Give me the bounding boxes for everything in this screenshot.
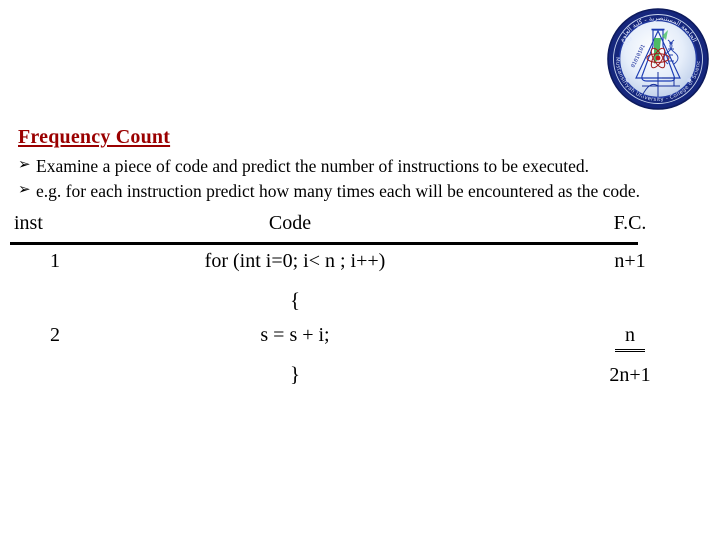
column-header-inst: inst (14, 212, 43, 235)
header-rule (10, 242, 638, 246)
table-row: 1 for (int i=0; i< n ; i++) n+1 (0, 250, 720, 288)
column-header-code: Code (268, 212, 312, 235)
university-seal-icon: الجامعة المستنصرية - كلية العلوم Mustans… (604, 6, 709, 110)
slide-content: Frequency Count ➢ Examine a piece of cod… (0, 126, 720, 398)
university-logo: الجامعة المستنصرية - كلية العلوم Mustans… (604, 6, 712, 112)
cell-fc-total: 2n+1 (609, 364, 651, 387)
cell-code: { (289, 288, 301, 313)
table-row: } 2n+1 (0, 362, 720, 398)
list-item: ➢ e.g. for each instruction predict how … (18, 180, 698, 203)
list-item: ➢ Examine a piece of code and predict th… (18, 155, 698, 178)
table-header-row: inst Code F.C. (0, 212, 720, 250)
cell-code: } (289, 362, 301, 387)
bullet-list: ➢ Examine a piece of code and predict th… (0, 155, 720, 203)
cell-fc: n+1 (614, 250, 646, 273)
arrow-bullet-icon: ➢ (18, 157, 31, 173)
column-header-fc: F.C. (613, 212, 647, 235)
arrow-bullet-icon: ➢ (18, 182, 31, 199)
cell-inst: 2 (50, 324, 60, 347)
cell-inst: 1 (50, 250, 60, 273)
list-item-text: e.g. for each instruction predict how ma… (36, 181, 641, 202)
list-item-text: Examine a piece of code and predict the … (36, 156, 589, 176)
table-row: 2 s = s + i; n (0, 324, 720, 362)
cell-code: s = s + i; (260, 324, 330, 347)
cell-fc-underlined-value: n (615, 324, 645, 353)
table-row: { (0, 288, 720, 324)
page-title: Frequency Count (18, 126, 171, 148)
frequency-count-table: inst Code F.C. 1 for (int i=0; i< n ; i+… (0, 212, 720, 398)
cell-code: for (int i=0; i< n ; i++) (204, 250, 386, 273)
cell-fc-sum: n (540, 324, 720, 353)
